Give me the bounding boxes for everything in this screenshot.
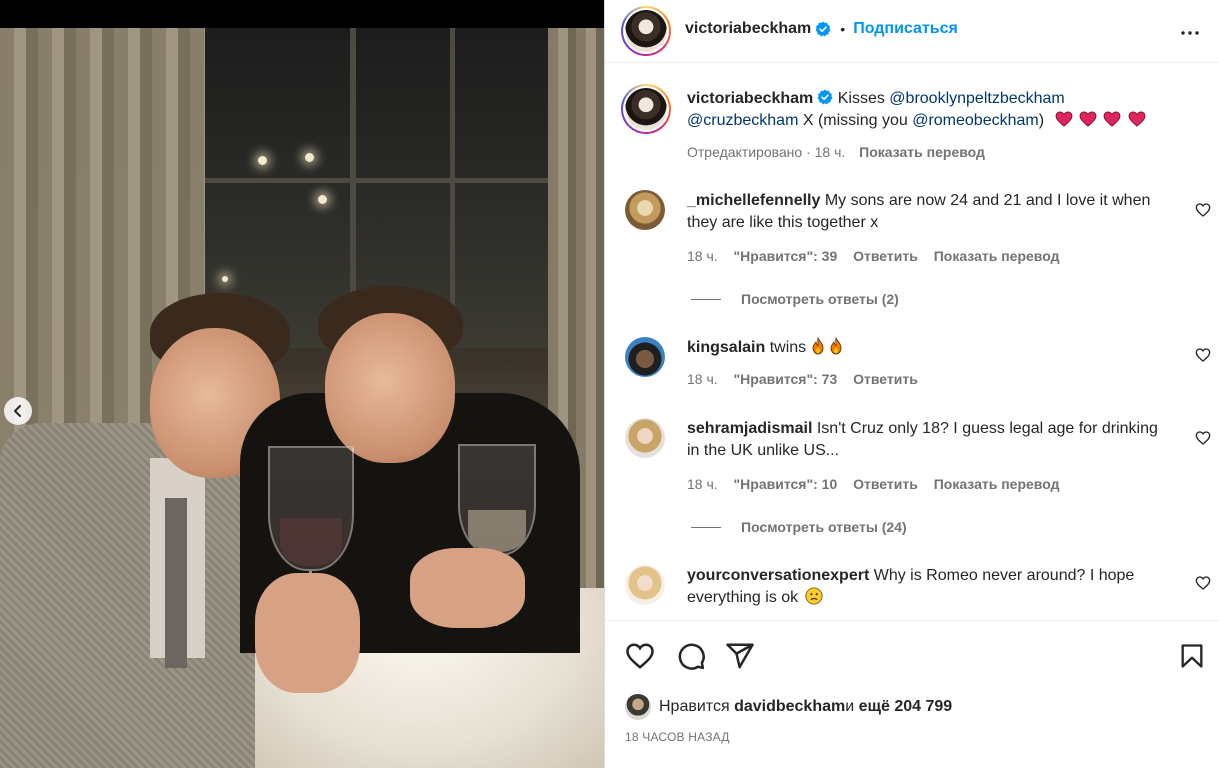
comment-likes[interactable]: "Нравится": 73 [734,371,838,387]
commenter-username[interactable]: sehramjadismail [687,420,812,437]
comment-like-heart-icon[interactable] [1195,202,1211,218]
view-replies-label: Посмотреть ответы (2) [741,291,899,307]
fire-emoji-icon [812,337,824,355]
more-options-icon[interactable] [1178,21,1202,45]
commenter-avatar[interactable] [625,337,665,377]
follow-button[interactable]: Подписаться [853,20,958,38]
caption-meta: Отредактировано · 18 ч. Показать перевод [687,141,1187,163]
comment-time: 18 ч. [687,248,718,264]
instagram-post-view: victoriabeckham • Подписаться victoriabe… [0,0,1219,768]
commenter-username[interactable]: yourconversationexpert [687,567,869,584]
comment-meta: 18 ч. "Нравится": 39 Ответить Показать п… [687,248,1071,264]
replies-divider-line [691,298,721,300]
author-avatar[interactable] [621,6,671,56]
caption-text-1: Kisses [833,90,890,107]
mention-link[interactable]: @brooklynpeltzbeckham [889,90,1064,107]
liker-username[interactable]: davidbeckham [734,698,845,716]
heart-emoji-icon [1128,111,1146,127]
person-right-face [325,313,455,463]
comment-meta: 18 ч. "Нравится": 73 Ответить [687,371,930,387]
verified-badge-icon [817,89,833,105]
mention-link[interactable]: @cruzbeckham [687,112,798,129]
show-translation-link[interactable]: Показать перевод [859,144,985,160]
separator-dot: • [840,21,846,37]
comment-like-heart-icon[interactable] [1195,575,1211,591]
show-translation-link[interactable]: Показать перевод [934,248,1060,264]
likes-prefix: Нравится [659,698,730,715]
likes-mid: и [845,698,855,715]
comment-body: _michellefennelly My sons are now 24 and… [687,190,1167,234]
post-timestamp: 18 ЧАСОВ НАЗАД [625,730,730,744]
commenter-avatar[interactable] [625,565,665,605]
comment-text: twins [765,339,807,356]
post-caption: victoriabeckham Kisses @brooklynpeltzbec… [687,88,1187,163]
fire-emoji [811,337,843,356]
post-photo [0,0,604,768]
comment-body: yourconversationexpert Why is Romeo neve… [687,565,1167,609]
likes-count[interactable]: ещё 204 799 [859,698,953,716]
heart-emoji-icon [1103,111,1121,127]
view-replies-button[interactable]: Посмотреть ответы (24) [691,519,907,535]
post-actions-section: Нравится davidbeckham и ещё 204 799 18 Ч… [605,620,1219,768]
fire-emoji-icon [830,337,842,355]
caption-author-username[interactable]: victoriabeckham [687,90,813,107]
heart-emoji-icon [1055,111,1072,127]
worried-face-emoji-icon [805,587,823,605]
caption-text-3: ) [1038,112,1045,129]
liker-avatar[interactable] [625,694,651,720]
reply-button[interactable]: Ответить [853,248,918,264]
previous-photo-button[interactable] [4,397,32,425]
comment-likes[interactable]: "Нравится": 10 [734,476,838,492]
commenter-username[interactable]: _michellefennelly [687,192,820,209]
view-replies-button[interactable]: Посмотреть ответы (2) [691,291,899,307]
replies-divider-line [691,526,721,528]
comment-likes[interactable]: "Нравится": 39 [734,248,838,264]
likes-summary[interactable]: Нравится davidbeckham и ещё 204 799 [625,694,952,720]
comment-meta: 18 ч. "Нравится": 10 Ответить Показать п… [687,476,1071,492]
photo-scene [0,28,604,768]
chevron-left-icon [14,405,21,417]
mention-link[interactable]: @romeobeckham [912,112,1039,129]
comment-like-heart-icon[interactable] [1195,430,1211,446]
commenter-username[interactable]: kingsalain [687,339,765,356]
caption-text-2: X (missing you [798,112,913,129]
comment-time: 18 ч. [687,371,718,387]
photo-top-bar [0,0,604,28]
comment-like-heart-icon[interactable] [1195,347,1211,363]
reply-button[interactable]: Ответить [853,476,918,492]
post-sidebar: victoriabeckham • Подписаться victoriabe… [604,0,1219,768]
verified-badge-icon [815,21,831,37]
reply-button[interactable]: Ответить [853,371,918,387]
author-username[interactable]: victoriabeckham [685,20,811,38]
comment-body: kingsalain twins [687,337,1167,359]
red-hearts-emoji [1053,111,1146,129]
heart-emoji-icon [1079,111,1097,127]
show-translation-link[interactable]: Показать перевод [934,476,1060,492]
bookmark-icon[interactable] [1178,641,1206,671]
heart-icon[interactable] [625,641,655,671]
commenter-avatar[interactable] [625,190,665,230]
view-replies-label: Посмотреть ответы (24) [741,519,907,535]
edited-time: Отредактировано · 18 ч. [687,144,846,160]
comment-icon[interactable] [676,641,706,671]
comment-body: sehramjadismail Isn't Cruz only 18? I gu… [687,418,1167,462]
caption-author-avatar[interactable] [621,84,671,134]
commenter-avatar[interactable] [625,418,665,458]
post-header: victoriabeckham • Подписаться [605,0,1219,63]
comment-time: 18 ч. [687,476,718,492]
share-icon[interactable] [725,641,755,671]
